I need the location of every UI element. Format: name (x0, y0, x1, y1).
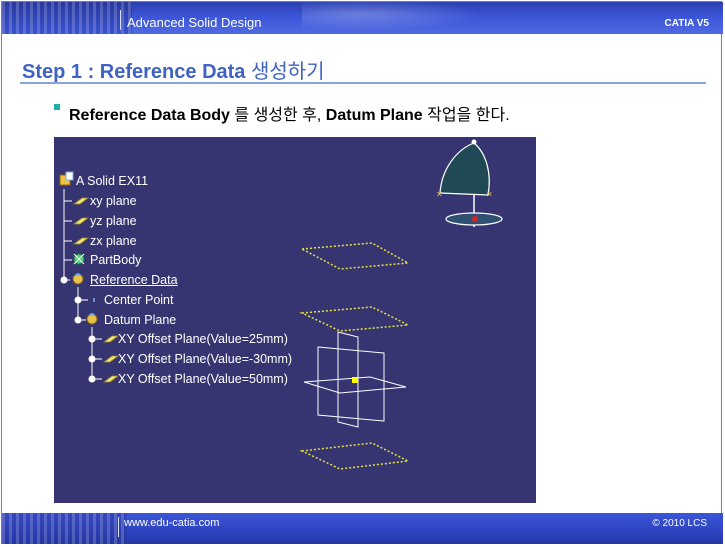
part-root-icon (59, 171, 74, 186)
tree-item-yz-plane[interactable]: yz plane (90, 214, 137, 228)
datum-plane-upper (299, 306, 411, 332)
slide-title-kr: 생성하기 (250, 61, 325, 83)
product-name: CATIA V5 (664, 18, 709, 29)
header-divider (120, 10, 121, 30)
tree-item-offset-plane-minus30[interactable]: XY Offset Plane(Value=-30mm) (118, 352, 292, 366)
center-point-marker (352, 377, 358, 383)
sail-model: ✕ ✕ (436, 139, 503, 227)
bullet-text-1: 를 생성한 후, (229, 107, 326, 124)
tree-item-datum-plane[interactable]: Datum Plane (104, 313, 176, 327)
footer-url[interactable]: www.edu-catia.com (124, 517, 219, 529)
slide-title: Step 1 : Reference Data 생성하기 (22, 55, 325, 84)
tree-item-zx-plane[interactable]: zx plane (90, 234, 137, 248)
yz-plane-outline (317, 346, 385, 422)
bullet-bold-1: Reference Data Body (69, 107, 230, 124)
tree-item-reference-data[interactable]: Reference Data (90, 273, 178, 287)
catia-viewport[interactable]: ✕ ✕ A Solid EX11 xy plane yz plane zx pl… (54, 137, 536, 503)
bullet-text: Reference Data Body 를 생성한 후, Datum Plane… (69, 101, 510, 125)
header-texture (2, 2, 132, 34)
tree-root[interactable]: A Solid EX11 (76, 174, 148, 188)
tree-item-center-point[interactable]: Center Point (104, 293, 173, 307)
svg-text:✕: ✕ (486, 190, 493, 199)
tree-item-xy-plane[interactable]: xy plane (90, 194, 137, 208)
bullet-bold-2: Datum Plane (325, 107, 423, 124)
datum-plane-bottom (299, 442, 411, 470)
tree-item-partbody[interactable]: PartBody (90, 253, 141, 267)
header-bar: Advanced Solid Design CATIA V5 (2, 2, 723, 34)
tree-item-offset-plane-50[interactable]: XY Offset Plane(Value=50mm) (118, 372, 288, 386)
bullet-icon (54, 104, 60, 110)
partbody-icon (73, 253, 85, 265)
bullet-text-2: 작업을 한다. (422, 107, 510, 124)
footer-texture (2, 513, 127, 544)
footer-bar: www.edu-catia.com © 2010 LCS (2, 513, 723, 544)
course-title: Advanced Solid Design (127, 15, 262, 30)
svg-text:✕: ✕ (436, 190, 443, 199)
header-glow (302, 2, 502, 34)
datum-plane-top (299, 242, 411, 270)
tree-item-offset-plane-25[interactable]: XY Offset Plane(Value=25mm) (118, 332, 288, 346)
slide-title-en: Step 1 : Reference Data (22, 61, 251, 83)
footer-divider (118, 517, 119, 537)
footer-copyright: © 2010 LCS (652, 518, 707, 529)
title-underline (20, 82, 706, 84)
